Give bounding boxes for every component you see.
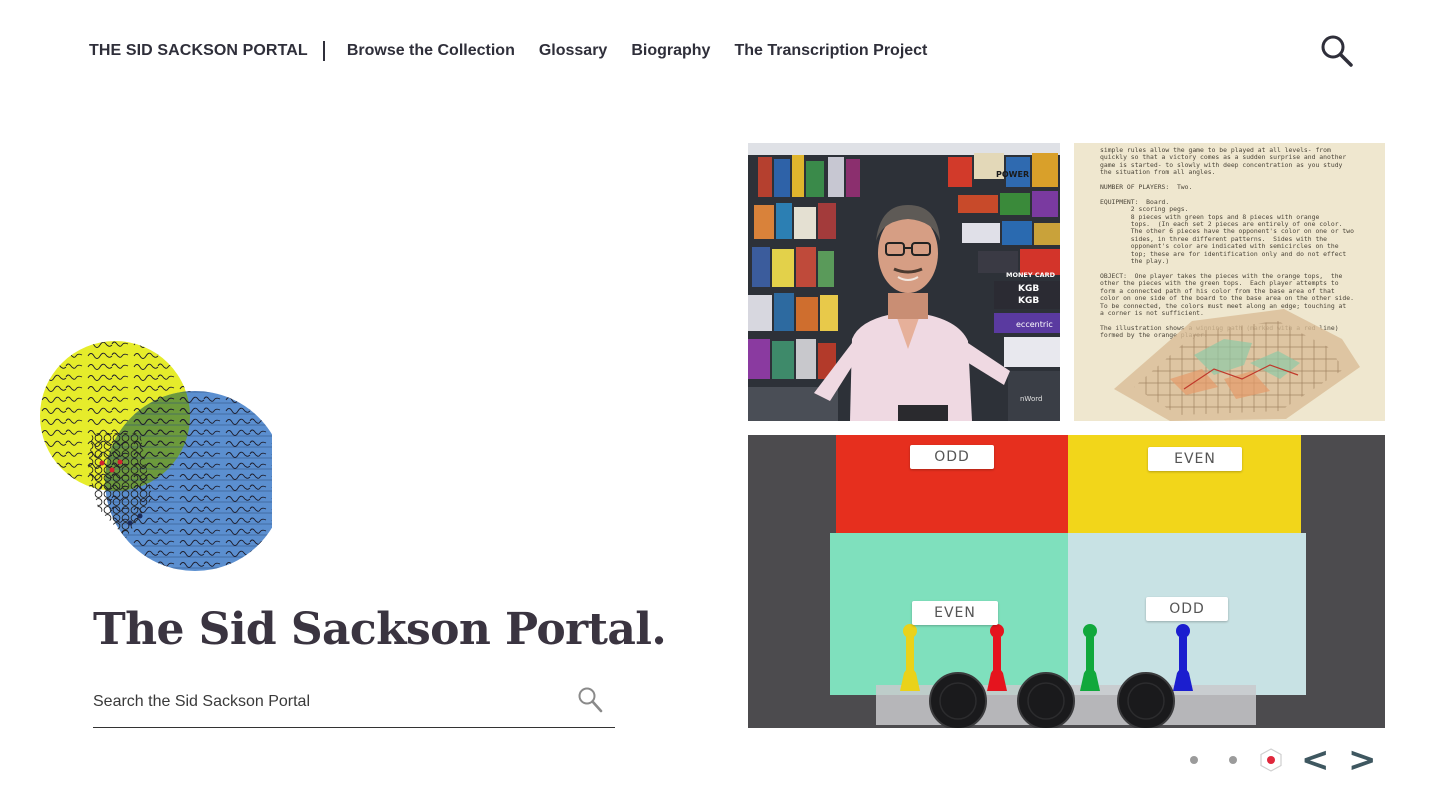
card-label-even-yellow: EVEN [1148,447,1242,471]
header-search-button[interactable] [1320,34,1354,68]
portal-search-input[interactable] [93,690,563,714]
card-label-even-green: EVEN [912,601,998,625]
card-label-odd-gray: ODD [1146,597,1228,621]
gallery-photo-sackson-portrait[interactable]: POWER MONEY CARD KGB KGB eccentric nWord [748,143,1060,421]
gallery-photo-rules-document[interactable]: simple rules allow the game to be played… [1074,143,1385,421]
site-brand-link[interactable]: THE SID SACKSON PORTAL [89,42,308,60]
nav-biography[interactable]: Biography [631,42,710,60]
carousel-dot-1[interactable] [1190,756,1198,764]
search-icon [578,687,603,713]
box-label-nword: nWord [1020,395,1042,403]
box-label-money-card: MONEY CARD [1006,271,1056,279]
top-navigation: THE SID SACKSON PORTAL Browse the Collec… [89,38,951,64]
box-label-power: POWER [996,170,1029,179]
nav-glossary[interactable]: Glossary [539,42,607,60]
nav-browse-collection[interactable]: Browse the Collection [347,42,515,60]
portal-search-bar [93,684,615,728]
hexagon-dot-icon [1260,748,1282,772]
portal-logo [40,338,285,574]
carousel-dot-3-active[interactable] [1260,748,1282,772]
page-title: The Sid Sackson Portal. [93,604,667,655]
box-label-kgb-1: KGB [1018,284,1039,294]
nav-transcription-project[interactable]: The Transcription Project [734,42,927,60]
card-label-odd-red: ODD [910,445,994,469]
gallery-photo-odd-even-game[interactable]: ODD EVEN EVEN ODD [748,435,1385,728]
box-label-eccentric: eccentric [1016,320,1053,329]
portal-search-submit[interactable] [577,686,603,714]
box-label-kgb-2: KGB [1018,296,1039,306]
nav-divider [322,41,325,61]
search-icon [1321,35,1353,67]
carousel-next-button[interactable]: > [1348,740,1377,780]
carousel-prev-button[interactable]: < [1301,740,1330,780]
carousel-dot-2[interactable] [1229,756,1237,764]
